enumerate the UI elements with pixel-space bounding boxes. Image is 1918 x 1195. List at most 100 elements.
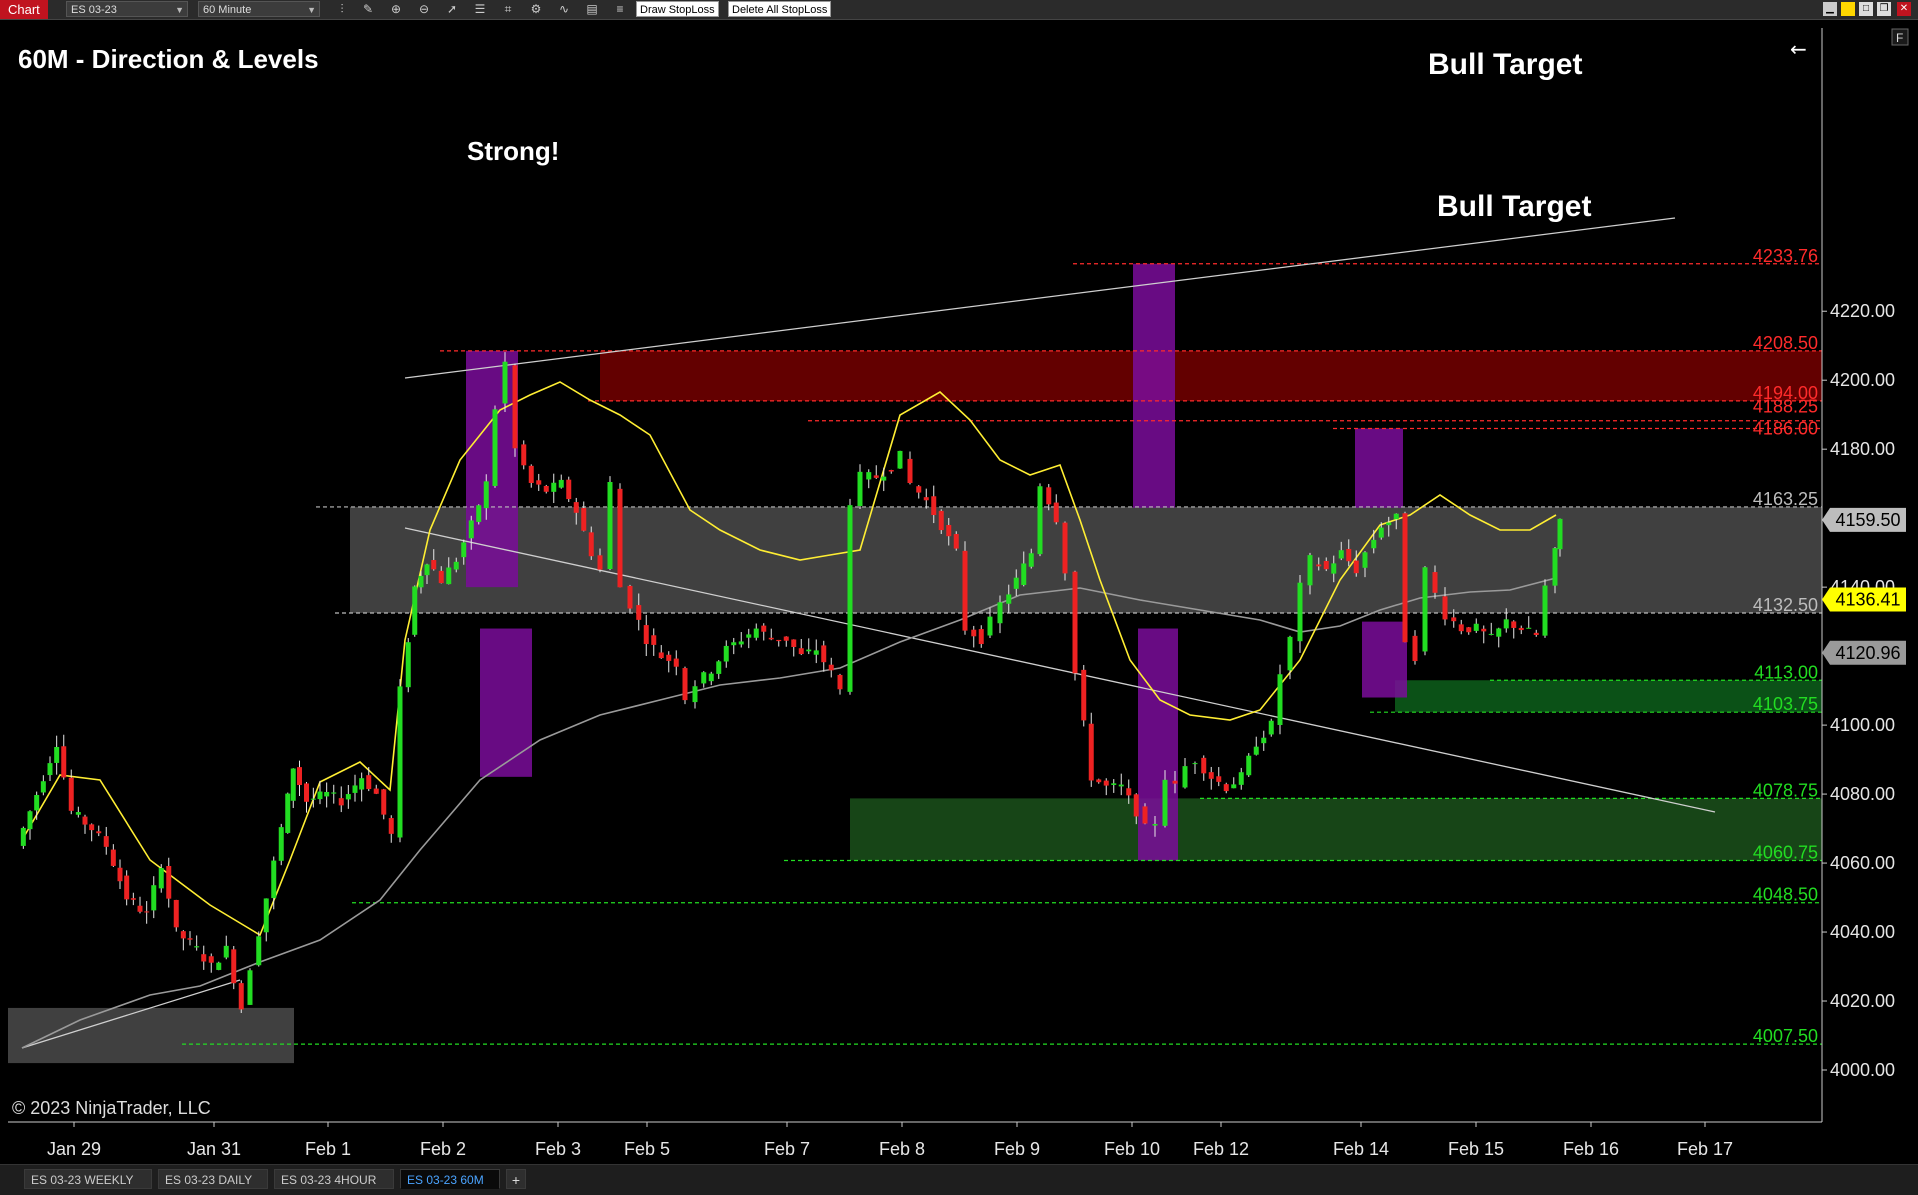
chart-toolbar: Chart ES 03-23 ▼ 60 Minute ▼ ⫶ ✎ ⊕ ⊖ ➚ ☰ ⌗… (0, 0, 1918, 20)
x-tick-label: Feb 7 (764, 1139, 810, 1159)
candle-body (223, 945, 229, 958)
candle-body (424, 564, 430, 576)
indicators-icon[interactable]: ∿ (556, 1, 572, 17)
candle-body (438, 570, 444, 584)
candle-body (345, 794, 351, 800)
candle-body (643, 625, 649, 645)
candle-body (528, 465, 534, 483)
delete-stoploss-button[interactable]: Delete All StopLoss (728, 1, 832, 17)
pointer-icon[interactable]: ➚ (444, 1, 460, 17)
annotation-bull-target-upper: Bull Target (1428, 48, 1582, 81)
price-chart[interactable]: 4220.004200.004180.004140.004100.004080.… (0, 20, 1918, 1164)
annotation-bull-target-lower: Bull Target (1437, 190, 1591, 223)
candle-body (247, 970, 253, 1005)
level-label: 4007.50 (1753, 1026, 1818, 1046)
highlight-bar (1355, 428, 1403, 508)
candle-body (388, 818, 394, 834)
x-tick-label: Feb 16 (1563, 1139, 1619, 1159)
candle-body (776, 639, 782, 642)
maximize-icon[interactable]: □ (1859, 2, 1873, 16)
instrument-selector[interactable]: ES 03-23 ▼ (66, 1, 188, 17)
highlight-bar (1133, 263, 1175, 508)
candle-body (916, 486, 922, 493)
link-icon[interactable] (1841, 2, 1855, 16)
close-icon[interactable]: ✕ (1897, 2, 1911, 16)
candle-body (1182, 766, 1188, 788)
templates-icon[interactable]: ⌗ (500, 1, 516, 17)
properties-icon[interactable]: ☰ (472, 1, 488, 17)
zoom-in-icon[interactable]: ⊕ (388, 1, 404, 17)
candle-body (1511, 621, 1517, 628)
candle-body (1533, 632, 1539, 635)
candle-body (866, 472, 872, 480)
strategies-icon[interactable]: ⚙ (528, 1, 544, 17)
candle-body (1028, 553, 1034, 567)
tab-daily[interactable]: ES 03-23 DAILY (158, 1169, 268, 1189)
x-tick-label: Feb 15 (1448, 1139, 1504, 1159)
candle-body (446, 567, 452, 585)
tab-60m[interactable]: ES 03-23 60M (400, 1169, 500, 1189)
interval-selector[interactable]: 60 Minute ▼ (198, 1, 320, 17)
candle-body (461, 542, 467, 558)
candle-body (502, 361, 508, 404)
tab-4hour[interactable]: ES 03-23 4HOUR (274, 1169, 394, 1189)
x-tick-label: Feb 14 (1333, 1139, 1389, 1159)
window-title: Chart (0, 0, 48, 19)
data-box-icon[interactable]: ▤ (584, 1, 600, 17)
candle-body (194, 946, 200, 948)
candle-body (1386, 522, 1392, 526)
back-arrow-icon[interactable]: ← (1790, 37, 1807, 61)
highlight-bar (1138, 628, 1178, 861)
candle-body (412, 586, 418, 635)
candle-body (938, 510, 944, 531)
zoom-out-icon[interactable]: ⊖ (416, 1, 432, 17)
candle-body (907, 458, 913, 483)
candle-body (588, 532, 594, 557)
candle-body (1208, 772, 1214, 779)
candle-body (96, 831, 102, 834)
x-tick-label: Feb 1 (305, 1139, 351, 1159)
candle-body (1323, 560, 1329, 570)
level-label: 4233.76 (1753, 246, 1818, 266)
level-label: 4048.50 (1753, 885, 1818, 905)
minimize-icon[interactable]: ▁ (1823, 2, 1837, 16)
candle-body (897, 450, 903, 469)
candle-body (61, 746, 67, 778)
candle-body (1081, 669, 1087, 721)
candle-body (216, 962, 222, 970)
candle-body (1062, 522, 1068, 574)
candle-body (551, 482, 557, 492)
restore-icon[interactable]: ❐ (1877, 2, 1891, 16)
draw-stoploss-button[interactable]: Draw StopLoss (636, 1, 719, 17)
candle-body (701, 672, 707, 684)
candle-body (597, 555, 603, 570)
more-icon[interactable]: ≡ (612, 1, 628, 17)
interval-value: 60 Minute (203, 4, 252, 16)
annotation-strong: Strong! (467, 136, 559, 166)
add-tab-button[interactable]: + (506, 1169, 526, 1189)
candle-body (124, 875, 130, 900)
candle-body (873, 475, 879, 478)
candle-body (837, 674, 843, 690)
candle-body (381, 789, 387, 815)
candle-body (47, 763, 53, 776)
candle-body (692, 686, 698, 703)
tab-weekly[interactable]: ES 03-23 WEEKLY (24, 1169, 152, 1189)
candle-body (1268, 720, 1274, 735)
candle-body (1412, 635, 1418, 662)
x-tick-label: Feb 2 (420, 1139, 466, 1159)
candle-body (338, 798, 344, 806)
copyright-text: © 2023 NinjaTrader, LLC (12, 1098, 211, 1118)
chart-panel[interactable]: 4220.00 4200.00 4180.00 4140.00 4100.00 4080.… (0, 20, 1918, 1164)
candle-body (1297, 582, 1303, 642)
candle-body (536, 480, 542, 485)
bar-style-icon[interactable]: ⫶ (334, 1, 350, 17)
candle-body (1353, 560, 1359, 574)
candle-body (290, 768, 296, 801)
candle-body (881, 476, 887, 481)
level-label: 4132.50 (1753, 595, 1818, 615)
candle-body (1331, 563, 1337, 574)
draw-tool-icon[interactable]: ✎ (360, 1, 376, 17)
candle-body (791, 639, 797, 647)
price-marker-label: 4159.50 (1835, 510, 1900, 530)
